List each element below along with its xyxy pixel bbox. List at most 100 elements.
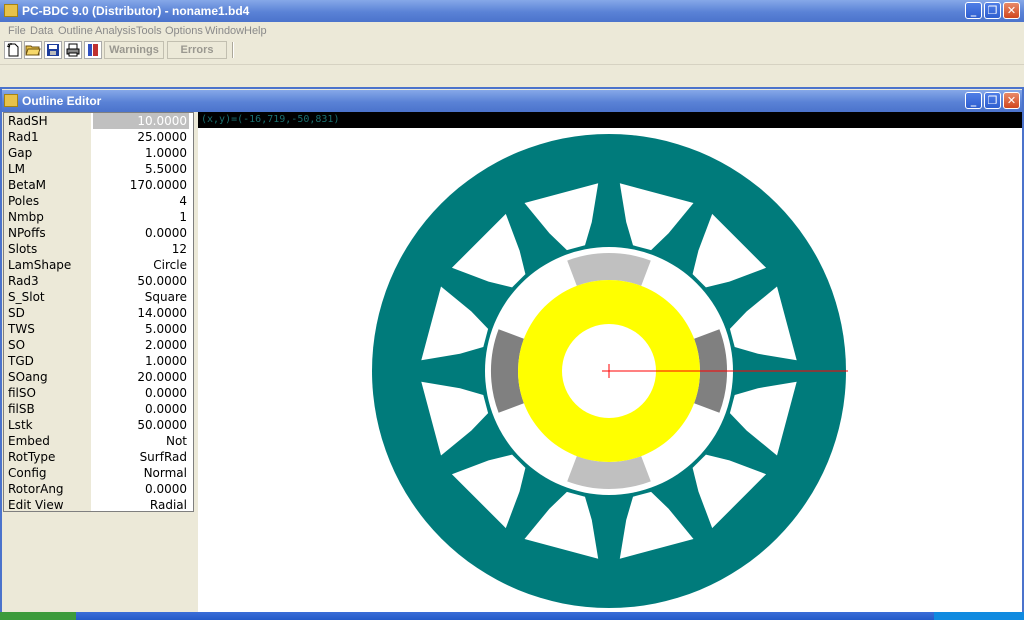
property-value[interactable]: Radial [150, 497, 187, 513]
property-value[interactable]: 170.0000 [130, 177, 187, 193]
menu-options[interactable]: Options [165, 25, 203, 37]
property-row[interactable]: Rad3 50.0000 [4, 273, 193, 289]
property-value[interactable]: 1 [179, 209, 187, 225]
motor-cross-section[interactable] [198, 112, 1022, 612]
property-name: filSB [8, 402, 35, 416]
new-file-icon[interactable] [4, 41, 22, 59]
property-row[interactable]: LM 5.5000 [4, 161, 193, 177]
property-name: Edit View [8, 498, 64, 512]
property-row[interactable]: S_Slot Square [4, 289, 193, 305]
open-folder-icon[interactable] [24, 41, 42, 59]
outline-editor-title: Outline Editor [22, 94, 102, 108]
outline-canvas[interactable] [198, 112, 1022, 612]
property-name: Nmbp [8, 210, 44, 224]
properties-grid: RadSH 10.0000 Rad1 25.0000 Gap 1.0000 LM 5.5000… [3, 112, 194, 512]
property-row[interactable]: TGD 1.0000 [4, 353, 193, 369]
property-value[interactable]: 0.0000 [145, 481, 187, 497]
restore-icon[interactable]: ❐ [984, 2, 1001, 19]
property-row[interactable]: filSO 0.0000 [4, 385, 193, 401]
property-value[interactable]: 50.0000 [137, 417, 187, 433]
close-icon[interactable]: ✕ [1003, 2, 1020, 19]
menu-file[interactable]: File [8, 25, 26, 37]
property-name: RotType [8, 450, 56, 464]
property-row[interactable]: Slots 12 [4, 241, 193, 257]
toolbar-separator [232, 42, 234, 58]
print-icon[interactable] [64, 41, 82, 59]
property-value[interactable]: Circle [153, 257, 187, 273]
property-row[interactable]: Poles 4 [4, 193, 193, 209]
property-value[interactable]: 10.0000 [93, 113, 189, 129]
menu-window[interactable]: Window [205, 25, 244, 37]
save-icon[interactable] [44, 41, 62, 59]
property-value[interactable]: 0.0000 [145, 401, 187, 417]
property-value[interactable]: 12 [172, 241, 187, 257]
property-row[interactable]: RotorAng 0.0000 [4, 481, 193, 497]
property-name: NPoffs [8, 226, 46, 240]
property-row[interactable]: Embed Not [4, 433, 193, 449]
window-divider [0, 87, 1024, 89]
menu-help[interactable]: Help [244, 25, 267, 37]
menu-tools[interactable]: Tools [136, 25, 162, 37]
outline-editor-title-bar: Outline Editor _ ❐ ✕ [0, 90, 1024, 112]
property-row[interactable]: RotType SurfRad [4, 449, 193, 465]
property-row[interactable]: Config Normal [4, 465, 193, 481]
menu-analysis[interactable]: Analysis [95, 25, 136, 37]
tool-icon[interactable] [84, 41, 102, 59]
menu-bar: File Data Outline Analysis Tools Options… [0, 22, 1024, 40]
system-tray [934, 612, 1024, 620]
property-row[interactable]: Rad1 25.0000 [4, 129, 193, 145]
warnings-button[interactable]: Warnings [104, 41, 164, 59]
property-value[interactable]: Not [166, 433, 187, 449]
errors-button[interactable]: Errors [167, 41, 227, 59]
property-row[interactable]: Lstk 50.0000 [4, 417, 193, 433]
property-value[interactable]: 25.0000 [137, 129, 187, 145]
property-name: SOang [8, 370, 48, 384]
property-value[interactable]: 5.5000 [145, 161, 187, 177]
taskbar [0, 612, 1024, 620]
property-row[interactable]: filSB 0.0000 [4, 401, 193, 417]
property-name: BetaM [8, 178, 47, 192]
property-name: TGD [8, 354, 34, 368]
property-row[interactable]: Gap 1.0000 [4, 145, 193, 161]
property-value[interactable]: 4 [179, 193, 187, 209]
app-icon [4, 4, 18, 17]
property-value[interactable]: 1.0000 [145, 353, 187, 369]
property-value[interactable]: 20.0000 [137, 369, 187, 385]
property-row[interactable]: Edit View Radial [4, 497, 193, 513]
property-name: Config [8, 466, 47, 480]
minimize-icon[interactable]: _ [965, 2, 982, 19]
property-name: Slots [8, 242, 38, 256]
mdi-client-area [0, 64, 1024, 89]
menu-outline[interactable]: Outline [58, 25, 93, 37]
property-value[interactable]: 5.0000 [145, 321, 187, 337]
property-value[interactable]: 2.0000 [145, 337, 187, 353]
panel-filler [3, 512, 198, 612]
property-value[interactable]: SurfRad [140, 449, 187, 465]
menu-data[interactable]: Data [30, 25, 53, 37]
property-value[interactable]: 0.0000 [145, 385, 187, 401]
property-row[interactable]: Nmbp 1 [4, 209, 193, 225]
property-value[interactable]: 1.0000 [145, 145, 187, 161]
child-minimize-icon[interactable]: _ [965, 92, 982, 109]
property-row[interactable]: SOang 20.0000 [4, 369, 193, 385]
property-row[interactable]: NPoffs 0.0000 [4, 225, 193, 241]
property-row[interactable]: SO 2.0000 [4, 337, 193, 353]
property-name: SO [8, 338, 26, 352]
child-restore-icon[interactable]: ❐ [984, 92, 1001, 109]
property-row[interactable]: BetaM 170.0000 [4, 177, 193, 193]
property-row[interactable]: TWS 5.0000 [4, 321, 193, 337]
property-row[interactable]: SD 14.0000 [4, 305, 193, 321]
property-name: RotorAng [8, 482, 64, 496]
property-value[interactable]: Normal [144, 465, 187, 481]
start-button[interactable] [0, 612, 76, 620]
property-row[interactable]: RadSH 10.0000 [4, 113, 193, 129]
child-close-icon[interactable]: ✕ [1003, 92, 1020, 109]
property-value[interactable]: 50.0000 [137, 273, 187, 289]
property-name: Rad3 [8, 274, 39, 288]
property-value[interactable]: 14.0000 [137, 305, 187, 321]
outline-editor-icon [4, 94, 18, 107]
property-row[interactable]: LamShape Circle [4, 257, 193, 273]
property-name: TWS [8, 322, 35, 336]
property-value[interactable]: 0.0000 [145, 225, 187, 241]
property-value[interactable]: Square [145, 289, 187, 305]
